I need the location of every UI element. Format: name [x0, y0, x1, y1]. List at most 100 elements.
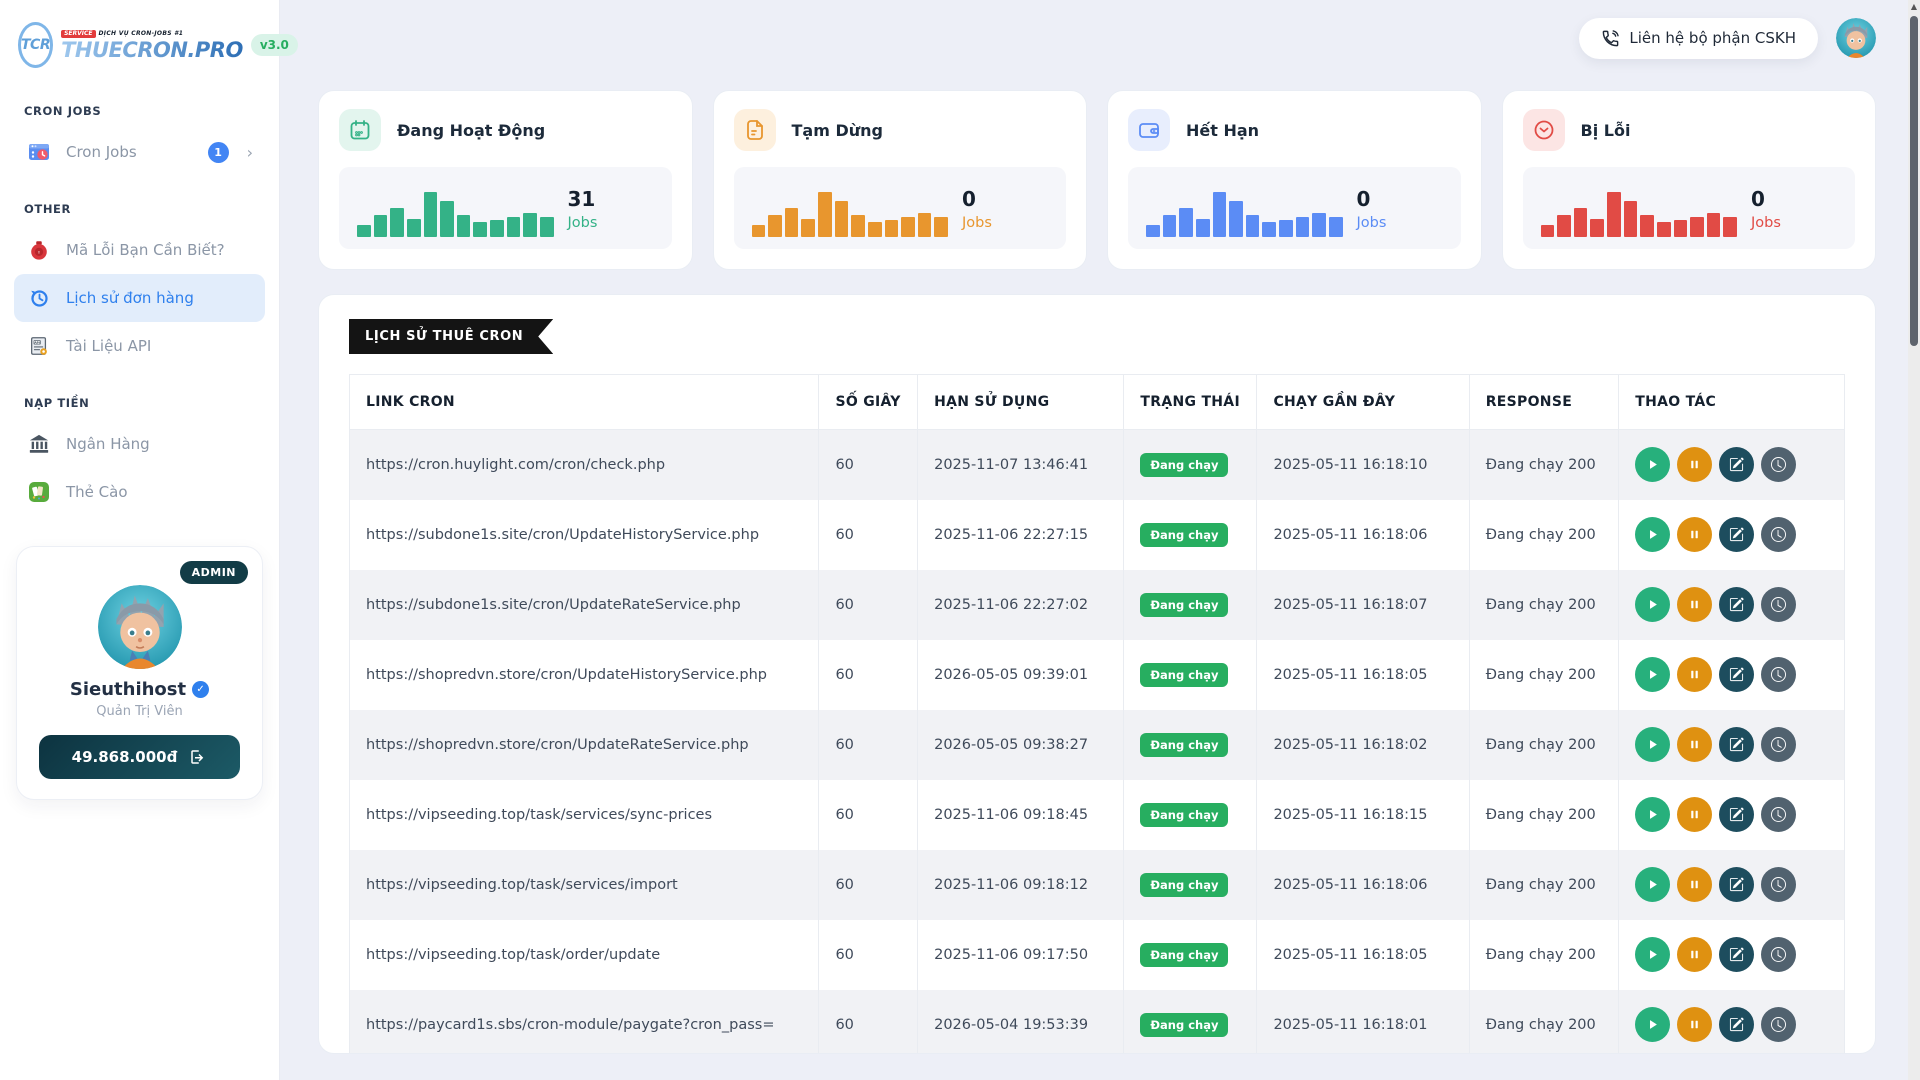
scrollbar-thumb[interactable]: [1910, 16, 1918, 346]
edit-button[interactable]: [1719, 937, 1754, 972]
sparkline-bar: [1557, 215, 1571, 237]
history-button[interactable]: [1761, 657, 1796, 692]
sparkline-bar: [1657, 222, 1671, 237]
edit-button[interactable]: [1719, 727, 1754, 762]
history-button[interactable]: [1761, 517, 1796, 552]
sparkline-bar: [934, 217, 948, 237]
balance-logout-button[interactable]: 49.868.000đ: [39, 735, 240, 779]
page-scrollbar[interactable]: ▲: [1908, 0, 1920, 1080]
user-avatar[interactable]: [1836, 18, 1876, 58]
cell-actions: [1619, 710, 1845, 780]
history-button[interactable]: [1761, 587, 1796, 622]
edit-button[interactable]: [1719, 867, 1754, 902]
sparkline-bar: [457, 215, 471, 237]
stat-unit: Jobs: [1357, 215, 1443, 231]
edit-button[interactable]: [1719, 587, 1754, 622]
play-button[interactable]: [1635, 587, 1670, 622]
play-button[interactable]: [1635, 867, 1670, 902]
history-button[interactable]: [1761, 867, 1796, 902]
sparkline-bar: [473, 222, 487, 237]
history-button[interactable]: [1761, 937, 1796, 972]
pause-button[interactable]: [1677, 867, 1712, 902]
cell-status: Đang chạy: [1124, 990, 1257, 1055]
cell-seconds: 60: [819, 850, 918, 920]
pause-button[interactable]: [1677, 797, 1712, 832]
profile-role: Quản Trị Viên: [33, 704, 246, 719]
pause-button[interactable]: [1677, 517, 1712, 552]
pause-button[interactable]: [1677, 657, 1712, 692]
section-label-topup: NẠP TIỀN: [24, 396, 255, 410]
pause-button[interactable]: [1677, 937, 1712, 972]
sparkline-bar: [1296, 217, 1310, 237]
support-button-label: Liên hệ bộ phận CSKH: [1629, 29, 1796, 47]
sparkline-bar: [1707, 213, 1721, 237]
play-button[interactable]: [1635, 1007, 1670, 1042]
sparkline-bar: [390, 208, 404, 237]
section-label-other: OTHER: [24, 202, 255, 216]
cell-actions: [1619, 920, 1845, 990]
play-button[interactable]: [1635, 727, 1670, 762]
sidebar-item-bank[interactable]: Ngân Hàng: [14, 420, 265, 468]
sidebar-item-order-history[interactable]: Lịch sử đơn hàng: [14, 274, 265, 322]
pause-button[interactable]: [1677, 727, 1712, 762]
edit-button[interactable]: [1719, 517, 1754, 552]
sidebar-item-label: Lịch sử đơn hàng: [66, 289, 253, 307]
support-button[interactable]: Liên hệ bộ phận CSKH: [1579, 18, 1818, 59]
play-button[interactable]: [1635, 937, 1670, 972]
scrollbar-up-arrow[interactable]: ▲: [1910, 2, 1918, 12]
sparkline-bar: [801, 219, 815, 237]
stat-title: Hết Hạn: [1186, 121, 1259, 140]
cell-last-run: 2025-05-11 16:18:06: [1257, 850, 1469, 920]
stat-panel: 0 Jobs: [734, 167, 1067, 249]
sparkline-bar: [490, 220, 504, 237]
brand-logo[interactable]: TCR SERVICE DỊCH VỤ CRON-JOBS #1 THUECRO…: [14, 18, 265, 78]
sparkline-bar: [1229, 201, 1243, 237]
table-row: https://vipseeding.top/task/services/syn…: [350, 780, 1845, 850]
pause-button[interactable]: [1677, 1007, 1712, 1042]
stat-panel: 31 Jobs: [339, 167, 672, 249]
sidebar-item-cron-jobs[interactable]: Cron Jobs 1 ›: [14, 128, 265, 176]
history-icon: [26, 285, 52, 311]
cell-response: Đang chạy 200: [1469, 990, 1619, 1055]
cell-seconds: 60: [819, 430, 918, 500]
pause-button[interactable]: [1677, 587, 1712, 622]
play-button[interactable]: [1635, 657, 1670, 692]
cell-seconds: 60: [819, 500, 918, 570]
cell-actions: [1619, 430, 1845, 500]
stat-sparkline: [752, 181, 949, 237]
column-header: SỐ GIÂY: [819, 375, 918, 430]
play-button[interactable]: [1635, 517, 1670, 552]
version-badge: v3.0: [251, 34, 298, 56]
brand-tagline: DỊCH VỤ CRON-JOBS #1: [99, 31, 184, 37]
edit-button[interactable]: [1719, 1007, 1754, 1042]
history-button[interactable]: [1761, 797, 1796, 832]
history-button[interactable]: [1761, 727, 1796, 762]
table-row: https://paycard1s.sbs/cron-module/paygat…: [350, 990, 1845, 1055]
file-icon: [734, 109, 776, 151]
sidebar-item-api-docs[interactable]: API Tài Liệu API: [14, 322, 265, 370]
edit-button[interactable]: [1719, 657, 1754, 692]
cell-response: Đang chạy 200: [1469, 430, 1619, 500]
pause-button[interactable]: [1677, 447, 1712, 482]
history-button[interactable]: [1761, 1007, 1796, 1042]
play-button[interactable]: [1635, 447, 1670, 482]
cell-response: Đang chạy 200: [1469, 850, 1619, 920]
history-button[interactable]: [1761, 447, 1796, 482]
cell-link-cron: https://subdone1s.site/cron/UpdateHistor…: [350, 500, 819, 570]
sidebar-item-error-codes[interactable]: ! Mã Lỗi Bạn Cần Biết?: [14, 226, 265, 274]
play-button[interactable]: [1635, 797, 1670, 832]
column-header: RESPONSE: [1469, 375, 1619, 430]
stat-value: 31: [568, 187, 654, 211]
wallet-icon: [1128, 109, 1170, 151]
sparkline-bar: [1179, 208, 1193, 237]
sidebar-item-scratch-card[interactable]: Thẻ Cào: [14, 468, 265, 516]
sparkline-bar: [1213, 192, 1227, 237]
cell-response: Đang chạy 200: [1469, 920, 1619, 990]
edit-button[interactable]: [1719, 447, 1754, 482]
cell-link-cron: https://shopredvn.store/cron/UpdateHisto…: [350, 640, 819, 710]
column-header: THAO TÁC: [1619, 375, 1845, 430]
calendar-icon: [339, 109, 381, 151]
cell-seconds: 60: [819, 780, 918, 850]
sparkline-bar: [1146, 225, 1160, 237]
edit-button[interactable]: [1719, 797, 1754, 832]
